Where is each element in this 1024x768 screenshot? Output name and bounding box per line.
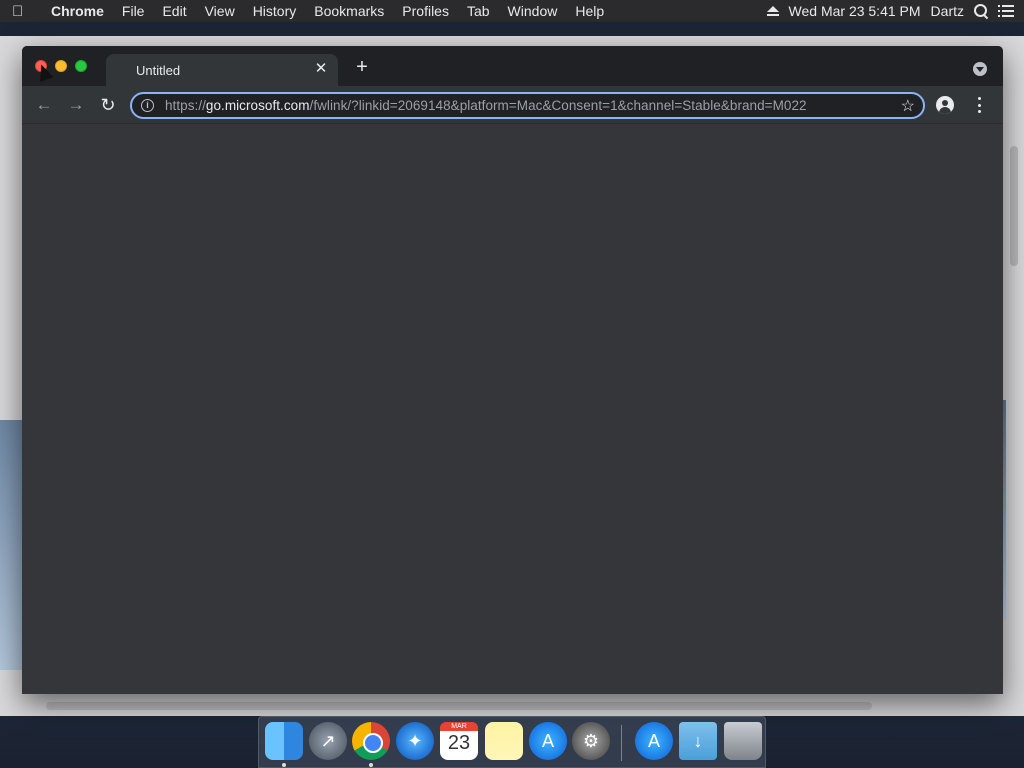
safari-icon[interactable]: ✦ [396,722,434,760]
menu-profiles[interactable]: Profiles [393,3,458,19]
background-horizontal-scrollbar[interactable] [46,702,872,710]
finder-icon[interactable] [265,722,303,760]
browser-toolbar: ← → ↻ i https://go.microsoft.com/fwlink/… [22,86,1003,124]
trash-icon[interactable] [724,722,762,760]
zoom-window-button[interactable] [75,60,87,72]
user-name[interactable]: Dartz [931,3,964,19]
calendar-icon[interactable]: MAR 23 [440,722,478,760]
forward-button[interactable]: → [66,95,86,115]
finder-running-indicator [282,763,286,767]
menu-view[interactable]: View [196,3,244,19]
dock-separator [621,725,622,761]
menu-edit[interactable]: Edit [153,3,195,19]
desktop-wallpaper-left [0,420,22,670]
applications-folder-icon[interactable]: A [635,722,673,760]
calendar-month: MAR [440,722,478,731]
menu-help[interactable]: Help [566,3,613,19]
site-info-icon[interactable]: i [141,99,154,112]
app-store-glyph: A [541,731,554,751]
tab-untitled[interactable]: Untitled ✕ [106,54,338,86]
bookmark-star-icon[interactable]: ☆ [901,96,915,116]
system-preferences-icon[interactable]: ⚙ [572,722,610,760]
tab-title: Untitled [136,63,181,78]
launchpad-icon[interactable]: ↗ [309,722,347,760]
menu-history[interactable]: History [244,3,306,19]
menu-window[interactable]: Window [499,3,567,19]
page-content-area[interactable] [22,125,1003,694]
menu-app-name[interactable]: Chrome [42,3,113,19]
spotlight-search-icon[interactable] [974,4,988,18]
chrome-window: Untitled ✕ + ← → ↻ i https://go.microsof… [22,46,1003,694]
menu-bar:  Chrome File Edit View History Bookmark… [0,0,1024,22]
download-arrow-glyph: ↓ [693,731,703,751]
notes-icon[interactable] [485,722,523,760]
chrome-running-indicator [369,763,373,767]
app-store-icon[interactable]: A [529,722,567,760]
apple-menu-icon[interactable]:  [12,3,42,20]
url-path: /fwlink/?linkid=2069148&platform=Mac&Con… [309,98,807,113]
chrome-icon[interactable] [352,722,390,760]
downloads-folder-icon[interactable]: ↓ [679,722,717,760]
tab-strip: Untitled ✕ + [22,46,1003,86]
back-button[interactable]: ← [34,95,54,115]
compass-glyph: ✦ [407,731,423,751]
notification-center-icon[interactable] [998,5,1014,17]
dock: ↗ ✦ MAR 23 A ⚙ A ↓ [258,716,766,768]
menu-file[interactable]: File [113,3,154,19]
menu-bookmarks[interactable]: Bookmarks [305,3,393,19]
rocket-glyph: ↗ [320,731,336,751]
url-host: go.microsoft.com [205,98,310,113]
tab-search-icon[interactable] [973,62,987,76]
url-text[interactable]: https://go.microsoft.com/fwlink/?linkid=… [165,98,807,113]
profile-avatar-icon[interactable] [936,96,954,114]
tab-close-icon[interactable]: ✕ [314,61,328,76]
menu-tab[interactable]: Tab [458,3,499,19]
background-vertical-scrollbar[interactable] [1010,146,1018,266]
minimize-window-button[interactable] [55,60,67,72]
url-prefix: https:// [165,98,206,113]
app-store-glyph: A [647,731,660,751]
calendar-day: 23 [447,732,471,754]
chrome-menu-icon[interactable] [977,97,981,113]
menu-bar-status-area: Wed Mar 23 5:41 PM Dartz [766,0,1024,22]
reload-button[interactable]: ↻ [98,95,118,115]
new-tab-button[interactable]: + [352,57,372,78]
eject-icon[interactable] [766,6,779,16]
address-bar[interactable]: i https://go.microsoft.com/fwlink/?linki… [130,92,925,119]
gear-glyph: ⚙ [582,731,600,751]
clock[interactable]: Wed Mar 23 5:41 PM [789,3,921,19]
